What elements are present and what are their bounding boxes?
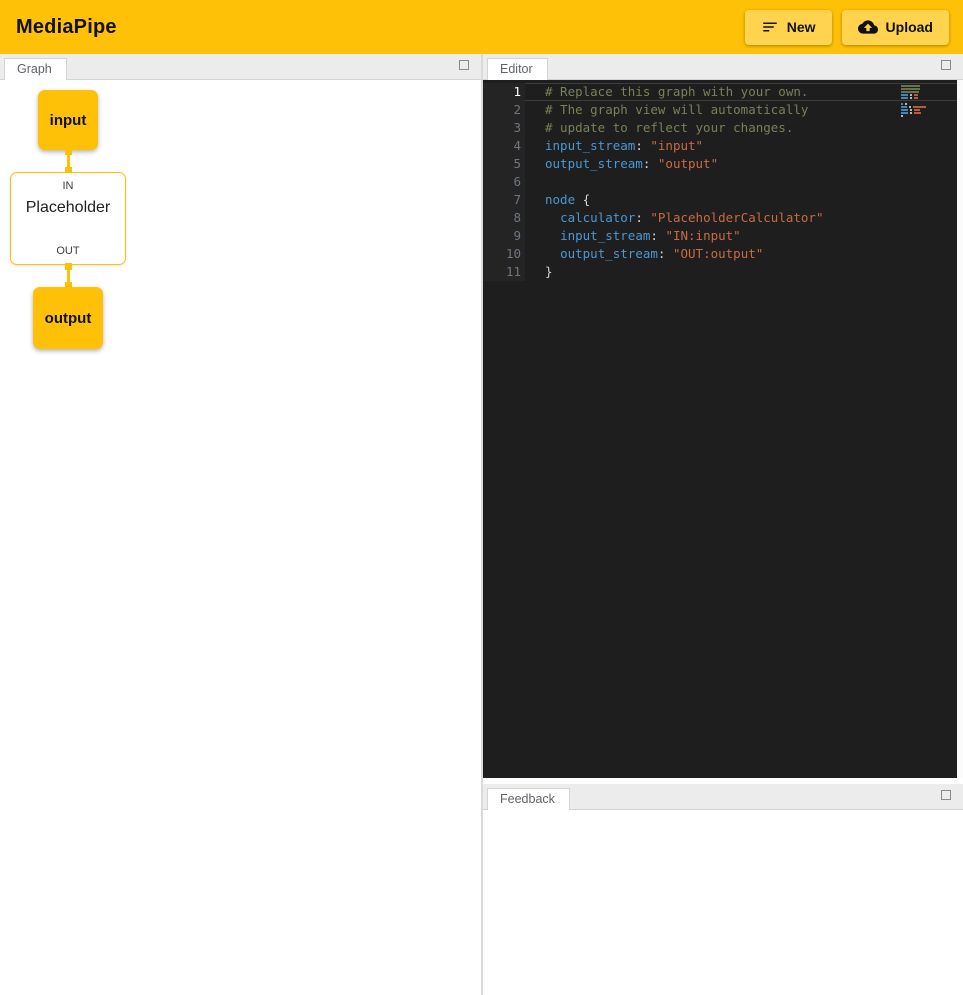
code-text: # The graph view will automatically — [525, 101, 808, 119]
app-title: MediaPipe — [16, 16, 117, 39]
graph-node-placeholder[interactable]: IN Placeholder OUT — [10, 172, 126, 265]
tab-feedback[interactable]: Feedback — [487, 788, 570, 810]
code-line[interactable]: 10 output_stream: "OUT:output" — [483, 245, 963, 263]
line-number: 6 — [483, 173, 525, 191]
upload-button[interactable]: Upload — [842, 10, 949, 45]
tab-feedback-label: Feedback — [500, 792, 555, 806]
graph-edge — [64, 263, 73, 289]
tab-editor[interactable]: Editor — [487, 58, 548, 80]
code-line[interactable]: 1# Replace this graph with your own. — [483, 83, 963, 101]
placeholder-node-title: Placeholder — [26, 199, 111, 217]
app-header: MediaPipe New Upload — [0, 0, 963, 54]
editor-scrollbar[interactable] — [957, 80, 963, 778]
graph-panel: Graph input IN Placeholder OUT output — [0, 54, 483, 995]
graph-tabstrip: Graph — [0, 54, 481, 80]
feedback-popout-icon[interactable] — [941, 790, 951, 800]
line-number: 8 — [483, 209, 525, 227]
new-button[interactable]: New — [745, 10, 832, 45]
line-number: 4 — [483, 137, 525, 155]
line-number: 1 — [483, 83, 525, 101]
code-text: output_stream: "output" — [525, 155, 718, 173]
graph-node-input-label: input — [50, 112, 87, 129]
header-buttons: New Upload — [745, 10, 949, 45]
feedback-panel: Feedback — [483, 784, 963, 995]
tab-graph[interactable]: Graph — [4, 58, 67, 80]
code-text: calculator: "PlaceholderCalculator" — [525, 209, 823, 227]
graph-popout-icon[interactable] — [459, 60, 469, 70]
line-number: 11 — [483, 263, 525, 281]
tab-graph-label: Graph — [17, 62, 52, 76]
cloud-upload-icon — [858, 17, 878, 37]
tab-editor-label: Editor — [500, 62, 533, 76]
minimap[interactable] — [901, 85, 941, 118]
graph-node-input[interactable]: input — [38, 90, 98, 150]
code-lines: 1# Replace this graph with your own.2# T… — [483, 83, 963, 281]
code-line[interactable]: 2# The graph view will automatically — [483, 101, 963, 119]
graph-edge — [64, 148, 73, 174]
code-area[interactable]: 1# Replace this graph with your own.2# T… — [483, 80, 963, 778]
code-line[interactable]: 4input_stream: "input" — [483, 137, 963, 155]
line-number: 10 — [483, 245, 525, 263]
code-text — [525, 173, 545, 191]
editor-popout-icon[interactable] — [941, 60, 951, 70]
graph-canvas[interactable]: input IN Placeholder OUT output — [0, 80, 481, 995]
feedback-tabstrip: Feedback — [483, 784, 963, 810]
code-line[interactable]: 11} — [483, 263, 963, 281]
line-number: 9 — [483, 227, 525, 245]
code-text: } — [525, 263, 553, 281]
line-number: 7 — [483, 191, 525, 209]
code-line[interactable]: 6 — [483, 173, 963, 191]
code-line[interactable]: 3# update to reflect your changes. — [483, 119, 963, 137]
line-number: 3 — [483, 119, 525, 137]
code-text: input_stream: "input" — [525, 137, 703, 155]
upload-button-label: Upload — [886, 19, 933, 35]
code-text: node { — [525, 191, 590, 209]
code-text: output_stream: "OUT:output" — [525, 245, 763, 263]
editor-panel: Editor 1# Replace this graph with your o… — [483, 54, 963, 778]
port-in-label: IN — [63, 180, 74, 192]
line-number: 2 — [483, 101, 525, 119]
code-text: input_stream: "IN:input" — [525, 227, 741, 245]
code-line[interactable]: 9 input_stream: "IN:input" — [483, 227, 963, 245]
feedback-body — [483, 810, 963, 995]
new-button-label: New — [787, 19, 816, 35]
code-line[interactable]: 7node { — [483, 191, 963, 209]
graph-node-output-label: output — [45, 310, 92, 327]
port-out-label: OUT — [56, 245, 79, 257]
graph-node-output[interactable]: output — [33, 287, 103, 349]
editor-tabstrip: Editor — [483, 54, 963, 80]
right-column: Editor 1# Replace this graph with your o… — [483, 54, 963, 995]
main-area: Graph input IN Placeholder OUT output — [0, 54, 963, 995]
code-text: # Replace this graph with your own. — [525, 83, 808, 101]
code-line[interactable]: 8 calculator: "PlaceholderCalculator" — [483, 209, 963, 227]
code-line[interactable]: 5output_stream: "output" — [483, 155, 963, 173]
line-number: 5 — [483, 155, 525, 173]
new-icon — [761, 18, 779, 36]
code-text: # update to reflect your changes. — [525, 119, 793, 137]
